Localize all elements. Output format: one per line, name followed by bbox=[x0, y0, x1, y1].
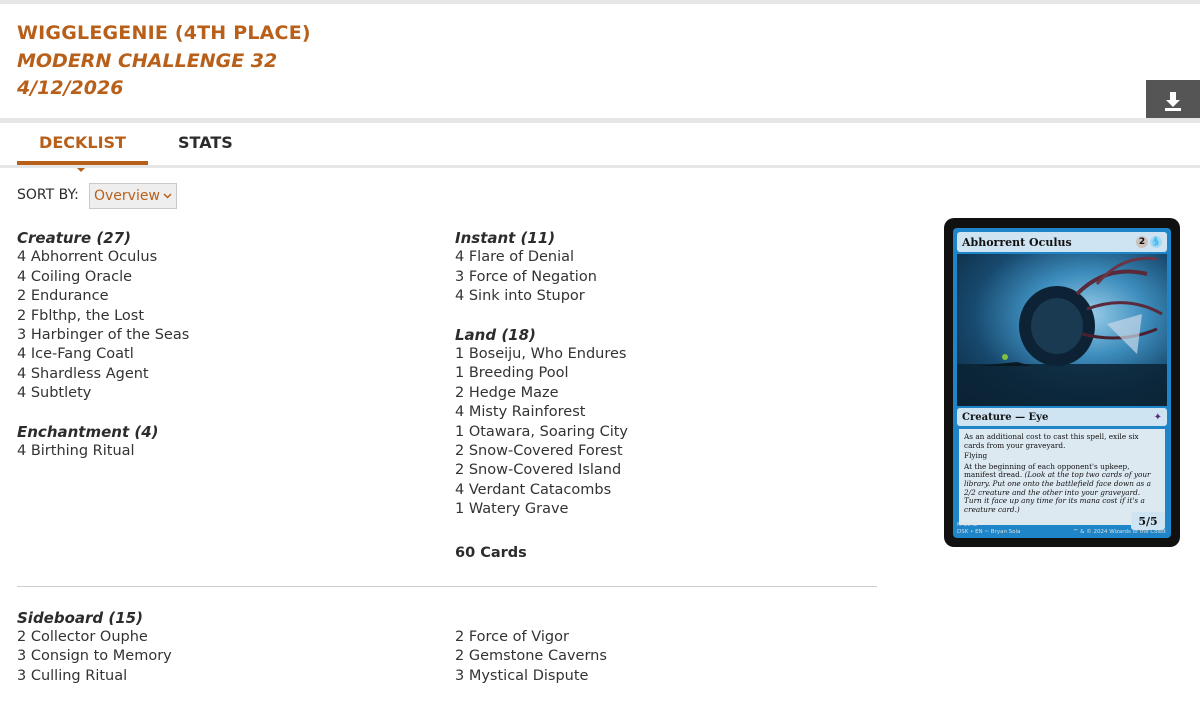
category-heading-enchantment: Enchantment (4) bbox=[17, 422, 159, 441]
card-line[interactable]: 2 Force of Vigor bbox=[455, 628, 607, 647]
card-line[interactable]: 4 Flare of Denial bbox=[455, 248, 628, 267]
card-line[interactable]: 1 Otawara, Soaring City bbox=[455, 423, 628, 442]
download-icon bbox=[1165, 92, 1181, 111]
card-cost-text: As an additional cost to cast this spell… bbox=[964, 432, 1139, 450]
card-line[interactable]: 2 Gemstone Caverns bbox=[455, 647, 607, 666]
card-line[interactable]: 4 Shardless Agent bbox=[17, 365, 189, 384]
mana-blue-icon: 💧 bbox=[1150, 236, 1162, 248]
tab-decklist[interactable]: DECKLIST bbox=[17, 133, 148, 152]
card-line[interactable]: 2 Collector Ouphe bbox=[17, 628, 172, 647]
category-heading-instant: Instant (11) bbox=[455, 229, 556, 247]
card-mana-cost: 2 💧 bbox=[1136, 236, 1162, 248]
tab-bar: DECKLIST STATS bbox=[0, 123, 1200, 172]
card-line[interactable]: 2 Endurance bbox=[17, 287, 189, 306]
card-type-bar: Creature — Eye ✦ bbox=[957, 408, 1167, 426]
decklist-column-left: Creature (27) 4 Abhorrent Oculus 4 Coili… bbox=[17, 229, 189, 461]
card-footer-left: M 0042 DSK • EN ~ Bryan Sola bbox=[957, 522, 1021, 535]
category-heading-sideboard: Sideboard (15) bbox=[17, 609, 143, 627]
sideboard-divider bbox=[17, 586, 877, 587]
card-art bbox=[957, 254, 1167, 406]
card-line[interactable]: 4 Birthing Ritual bbox=[17, 442, 189, 461]
card-keyword: Flying bbox=[964, 451, 988, 461]
card-name-bar: Abhorrent Oculus 2 💧 bbox=[957, 232, 1167, 252]
decklist-column-right: Instant (11) 4 Flare of Denial 3 Force o… bbox=[455, 229, 628, 520]
event-date: 4/12/2026 bbox=[17, 77, 124, 99]
card-line[interactable]: 1 Watery Grave bbox=[455, 500, 628, 519]
card-line[interactable]: 4 Verdant Catacombs bbox=[455, 481, 628, 500]
card-line[interactable]: 2 Hedge Maze bbox=[455, 384, 628, 403]
card-line[interactable]: 4 Coiling Oracle bbox=[17, 268, 189, 287]
card-line[interactable]: 1 Boseiju, Who Endures bbox=[455, 345, 628, 364]
card-line[interactable]: 3 Force of Negation bbox=[455, 268, 628, 287]
mana-generic-icon: 2 bbox=[1136, 236, 1148, 248]
download-button[interactable] bbox=[1146, 80, 1200, 122]
card-type-line: Creature — Eye bbox=[962, 411, 1049, 423]
card-line[interactable]: 4 Sink into Stupor bbox=[455, 287, 628, 306]
card-line[interactable]: 3 Culling Ritual bbox=[17, 667, 172, 686]
sort-selected-value: Overview bbox=[94, 188, 160, 204]
sort-by-select[interactable]: Overview bbox=[89, 183, 177, 209]
player-name: WIGGLEGENIE (4TH PLACE) bbox=[17, 22, 311, 44]
card-line[interactable]: 4 Abhorrent Oculus bbox=[17, 248, 189, 267]
card-line[interactable]: 4 Misty Rainforest bbox=[455, 403, 628, 422]
card-line[interactable]: 3 Consign to Memory bbox=[17, 647, 172, 666]
sideboard-heading-wrap: Sideboard (15) bbox=[17, 609, 143, 628]
card-name: Abhorrent Oculus bbox=[962, 235, 1072, 249]
card-rules-text: As an additional cost to cast this spell… bbox=[959, 429, 1165, 525]
deck-content: DECKLIST STATS SORT BY: Overview Creatur… bbox=[0, 123, 1200, 702]
card-copyright: ™ & © 2024 Wizards of the Coast bbox=[1072, 529, 1166, 535]
card-line[interactable]: 4 Ice-Fang Coatl bbox=[17, 345, 189, 364]
event-name: MODERN CHALLENGE 32 bbox=[17, 50, 278, 72]
card-frame: Abhorrent Oculus 2 💧 Creature — Eye ✦ As… bbox=[953, 228, 1171, 538]
deck-header: WIGGLEGENIE (4TH PLACE) MODERN CHALLENGE… bbox=[0, 4, 1200, 122]
card-preview: Abhorrent Oculus 2 💧 Creature — Eye ✦ As… bbox=[944, 218, 1180, 547]
sideboard-column-left: 2 Collector Ouphe 3 Consign to Memory 3 … bbox=[17, 628, 172, 686]
card-line[interactable]: 3 Harbinger of the Seas bbox=[17, 326, 189, 345]
tab-stats[interactable]: STATS bbox=[178, 133, 233, 152]
card-line[interactable]: 1 Breeding Pool bbox=[455, 364, 628, 383]
card-power-toughness: 5/5 bbox=[1131, 512, 1165, 530]
chevron-down-icon bbox=[163, 193, 172, 199]
category-heading-creature: Creature (27) bbox=[17, 229, 131, 247]
card-line[interactable]: 4 Subtlety bbox=[17, 384, 189, 403]
sort-by-label: SORT BY: bbox=[17, 187, 79, 203]
sideboard-column-right: 2 Force of Vigor 2 Gemstone Caverns 3 My… bbox=[455, 628, 607, 686]
card-line[interactable]: 2 Fblthp, the Lost bbox=[17, 307, 189, 326]
card-line[interactable]: 3 Mystical Dispute bbox=[455, 667, 607, 686]
deck-total-count: 60 Cards bbox=[455, 545, 527, 561]
category-heading-land: Land (18) bbox=[455, 325, 536, 344]
set-symbol-icon: ✦ bbox=[1153, 411, 1162, 423]
card-ability-text: At the beginning of each opponent's upke… bbox=[964, 461, 1151, 514]
card-line[interactable]: 2 Snow-Covered Island bbox=[455, 461, 628, 480]
card-line[interactable]: 2 Snow-Covered Forest bbox=[455, 442, 628, 461]
tab-bar-separator bbox=[0, 165, 1200, 168]
